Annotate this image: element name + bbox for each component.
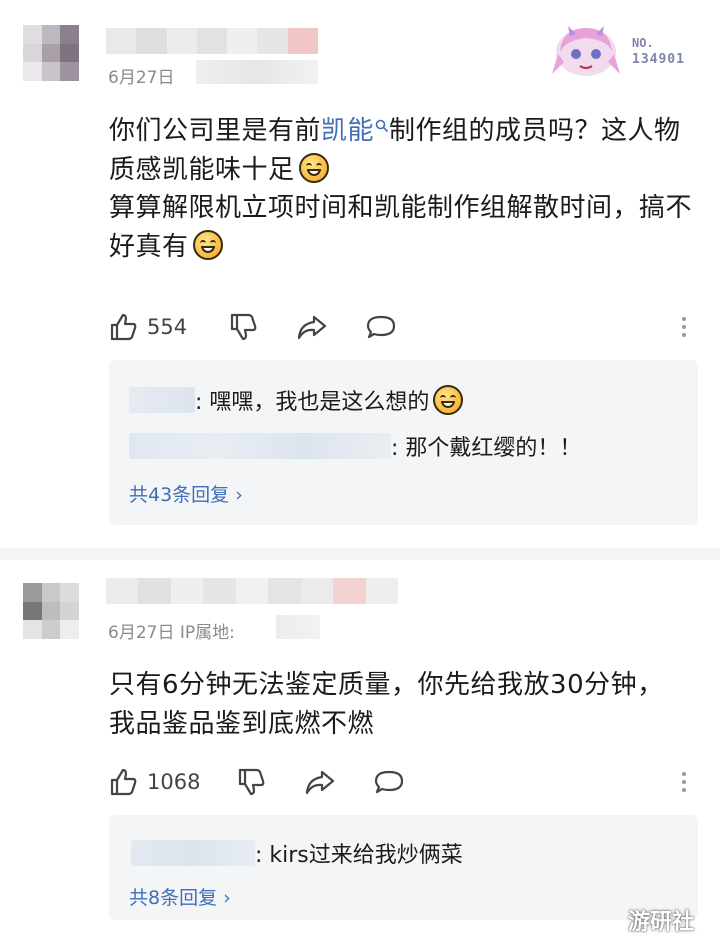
thumbs-up-icon [110, 768, 137, 796]
view-more-replies-link[interactable]: 共8条回复 › [129, 883, 231, 910]
user-avatar[interactable] [23, 25, 79, 81]
thumbs-down-icon [230, 313, 257, 341]
more-options-icon[interactable] [682, 317, 686, 337]
reply-item[interactable]: : 嘿嘿，我也是这么想的 [129, 384, 464, 416]
like-count: 554 [147, 315, 188, 339]
comment-text: 只有6分钟无法鉴定质量，你先给我放30分钟，我品鉴品鉴到底燃不燃 [109, 666, 669, 743]
grin-emoji-icon [192, 229, 223, 260]
keyword-link[interactable]: 凯能 [321, 116, 389, 146]
search-icon[interactable] [375, 119, 389, 133]
reply-preview-box[interactable]: : kirs过来给我炒俩菜 共8条回复 › [109, 815, 698, 920]
badge-label: NO. [632, 36, 654, 50]
like-button[interactable]: 554 [108, 312, 187, 342]
like-count: 1068 [147, 770, 201, 794]
like-button[interactable]: 1068 [108, 767, 200, 797]
share-button[interactable] [296, 312, 328, 342]
comment-actions: 1068 [108, 765, 698, 799]
comment-text: 你们公司里是有前凯能 制作组的成员吗？这人物质感凯能味十足 算算解限机立项时间和凯能… [109, 112, 694, 266]
reply-username-blurred[interactable] [129, 387, 195, 413]
username-blurred[interactable] [106, 28, 318, 54]
comment-bubble-icon [366, 315, 396, 339]
grin-emoji-icon [433, 385, 464, 415]
anime-girl-icon [552, 26, 620, 76]
dislike-button[interactable] [228, 312, 258, 342]
view-more-replies-link[interactable]: 共43条回复 › [129, 480, 243, 507]
fan-badge: NO. 134901 [548, 22, 698, 80]
reply-username-blurred[interactable] [129, 433, 391, 459]
comment-actions: 554 [108, 310, 698, 344]
thumbs-up-icon [110, 313, 137, 341]
share-icon [297, 315, 327, 340]
ip-location-blurred [276, 615, 320, 639]
reply-button[interactable] [373, 767, 405, 797]
comment-divider [0, 548, 720, 560]
reply-text: : 嘿嘿，我也是这么想的 [195, 390, 430, 415]
username-blurred[interactable] [106, 578, 398, 604]
reply-item[interactable]: : 那个戴红缨的！！ [129, 430, 581, 462]
watermark: 游研社 [628, 910, 695, 935]
ip-location-blurred [196, 60, 318, 84]
more-options-icon[interactable] [682, 772, 686, 792]
share-button[interactable] [304, 767, 336, 797]
reply-text: : 那个戴红缨的！！ [391, 436, 582, 461]
reply-text: : kirs过来给我炒俩菜 [255, 843, 463, 868]
keyword-link-text[interactable]: 凯能 [321, 116, 374, 146]
reply-item[interactable]: : kirs过来给我炒俩菜 [131, 837, 463, 869]
comment-date: 6月27日 [108, 68, 175, 88]
comment-text-segment: 只有6分钟无法鉴定质量，你先给我放30分钟，我品鉴品鉴到底燃不燃 [109, 670, 664, 739]
user-avatar[interactable] [23, 583, 79, 639]
badge-number: 134901 [632, 52, 685, 67]
reply-username-blurred[interactable] [131, 840, 255, 866]
grin-emoji-icon [298, 152, 329, 183]
share-icon [306, 770, 335, 795]
comment-bubble-icon [375, 770, 404, 794]
thumbs-down-icon [239, 768, 265, 796]
dislike-button[interactable] [236, 767, 266, 797]
comment-date: 6月27日 IP属地: [108, 623, 235, 643]
reply-preview-box[interactable]: : 嘿嘿，我也是这么想的 : 那个戴红缨的！！ 共43条回复 › [109, 360, 698, 525]
reply-button[interactable] [365, 312, 397, 342]
comment-text-segment: 你们公司里是有前 [109, 116, 322, 146]
